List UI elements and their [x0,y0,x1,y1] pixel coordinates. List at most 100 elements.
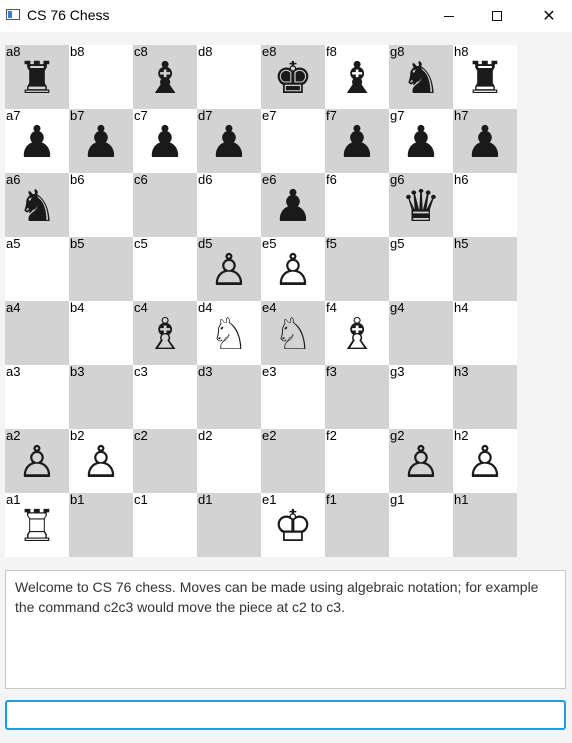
square-e2[interactable]: e2 [261,429,325,493]
square-b6[interactable]: b6 [69,173,133,237]
square-h4[interactable]: h4 [453,301,517,365]
square-e6[interactable]: e6 ♟ [261,173,325,237]
black-bishop-icon[interactable]: ♝ [133,51,197,107]
black-pawn-icon[interactable]: ♟ [69,115,133,171]
command-input[interactable] [5,700,566,730]
square-a2[interactable]: a2 ♙ [5,429,69,493]
white-pawn-icon[interactable]: ♙ [5,435,69,491]
white-pawn-icon[interactable]: ♙ [197,243,261,299]
black-bishop-icon[interactable]: ♝ [325,51,389,107]
square-f3[interactable]: f3 [325,365,389,429]
square-e1[interactable]: e1 ♔ [261,493,325,557]
white-knight-icon[interactable]: ♘ [261,307,325,363]
black-king-icon[interactable]: ♚ [261,51,325,107]
square-e4[interactable]: e4 ♘ [261,301,325,365]
square-c4[interactable]: c4 ♗ [133,301,197,365]
square-b5[interactable]: b5 [69,237,133,301]
square-c3[interactable]: c3 [133,365,197,429]
square-d3[interactable]: d3 [197,365,261,429]
square-e3[interactable]: e3 [261,365,325,429]
square-g1[interactable]: g1 [389,493,453,557]
square-d2[interactable]: d2 [197,429,261,493]
white-rook-icon[interactable]: ♖ [5,499,69,555]
chess-board[interactable]: a8 ♜ b8 c8 ♝ d8 e8 ♚ f8 ♝ g8 ♞ h8 ♜ a7 ♟ b7 ♟ c7 ♟ d7 ♟ e7 f7 ♟ g… [5,45,517,557]
white-knight-icon[interactable]: ♘ [197,307,261,363]
square-a1[interactable]: a1 ♖ [5,493,69,557]
square-f1[interactable]: f1 [325,493,389,557]
square-g5[interactable]: g5 [389,237,453,301]
black-pawn-icon[interactable]: ♟ [5,115,69,171]
black-pawn-icon[interactable]: ♟ [389,115,453,171]
square-c8[interactable]: c8 ♝ [133,45,197,109]
square-d6[interactable]: d6 [197,173,261,237]
minimize-icon [444,15,454,17]
square-g8[interactable]: g8 ♞ [389,45,453,109]
square-a7[interactable]: a7 ♟ [5,109,69,173]
black-pawn-icon[interactable]: ♟ [453,115,517,171]
black-knight-icon[interactable]: ♞ [5,179,69,235]
square-a4[interactable]: a4 [5,301,69,365]
square-h5[interactable]: h5 [453,237,517,301]
square-a8[interactable]: a8 ♜ [5,45,69,109]
square-g7[interactable]: g7 ♟ [389,109,453,173]
square-a5[interactable]: a5 [5,237,69,301]
square-f5[interactable]: f5 [325,237,389,301]
square-e8[interactable]: e8 ♚ [261,45,325,109]
square-c7[interactable]: c7 ♟ [133,109,197,173]
white-pawn-icon[interactable]: ♙ [69,435,133,491]
white-king-icon[interactable]: ♔ [261,499,325,555]
black-pawn-icon[interactable]: ♟ [197,115,261,171]
square-c6[interactable]: c6 [133,173,197,237]
square-h1[interactable]: h1 [453,493,517,557]
white-bishop-icon[interactable]: ♗ [325,307,389,363]
square-d4[interactable]: d4 ♘ [197,301,261,365]
square-b3[interactable]: b3 [69,365,133,429]
square-g2[interactable]: g2 ♙ [389,429,453,493]
square-h8[interactable]: h8 ♜ [453,45,517,109]
square-a3[interactable]: a3 [5,365,69,429]
close-icon: ✕ [542,8,556,25]
maximize-button[interactable] [474,0,520,32]
square-e5[interactable]: e5 ♙ [261,237,325,301]
black-pawn-icon[interactable]: ♟ [133,115,197,171]
square-d8[interactable]: d8 [197,45,261,109]
square-b8[interactable]: b8 [69,45,133,109]
square-h3[interactable]: h3 [453,365,517,429]
square-g3[interactable]: g3 [389,365,453,429]
white-pawn-icon[interactable]: ♙ [453,435,517,491]
square-h2[interactable]: h2 ♙ [453,429,517,493]
square-e7[interactable]: e7 [261,109,325,173]
square-b4[interactable]: b4 [69,301,133,365]
black-pawn-icon[interactable]: ♟ [325,115,389,171]
square-c2[interactable]: c2 [133,429,197,493]
black-knight-icon[interactable]: ♞ [389,51,453,107]
black-pawn-icon[interactable]: ♟ [261,179,325,235]
black-queen-icon[interactable]: ♛ [389,179,453,235]
square-d5[interactable]: d5 ♙ [197,237,261,301]
white-pawn-icon[interactable]: ♙ [389,435,453,491]
square-c1[interactable]: c1 [133,493,197,557]
square-f8[interactable]: f8 ♝ [325,45,389,109]
square-f2[interactable]: f2 [325,429,389,493]
square-h6[interactable]: h6 [453,173,517,237]
square-d7[interactable]: d7 ♟ [197,109,261,173]
white-bishop-icon[interactable]: ♗ [133,307,197,363]
square-c5[interactable]: c5 [133,237,197,301]
close-button[interactable]: ✕ [526,0,572,32]
square-a6[interactable]: a6 ♞ [5,173,69,237]
square-f6[interactable]: f6 [325,173,389,237]
black-rook-icon[interactable]: ♜ [5,51,69,107]
square-b1[interactable]: b1 [69,493,133,557]
square-b2[interactable]: b2 ♙ [69,429,133,493]
square-f4[interactable]: f4 ♗ [325,301,389,365]
square-g4[interactable]: g4 [389,301,453,365]
square-h7[interactable]: h7 ♟ [453,109,517,173]
black-rook-icon[interactable]: ♜ [453,51,517,107]
square-f7[interactable]: f7 ♟ [325,109,389,173]
square-b7[interactable]: b7 ♟ [69,109,133,173]
square-d1[interactable]: d1 [197,493,261,557]
square-label: b4 [70,300,85,315]
white-pawn-icon[interactable]: ♙ [261,243,325,299]
square-g6[interactable]: g6 ♛ [389,173,453,237]
minimize-button[interactable] [426,0,472,32]
